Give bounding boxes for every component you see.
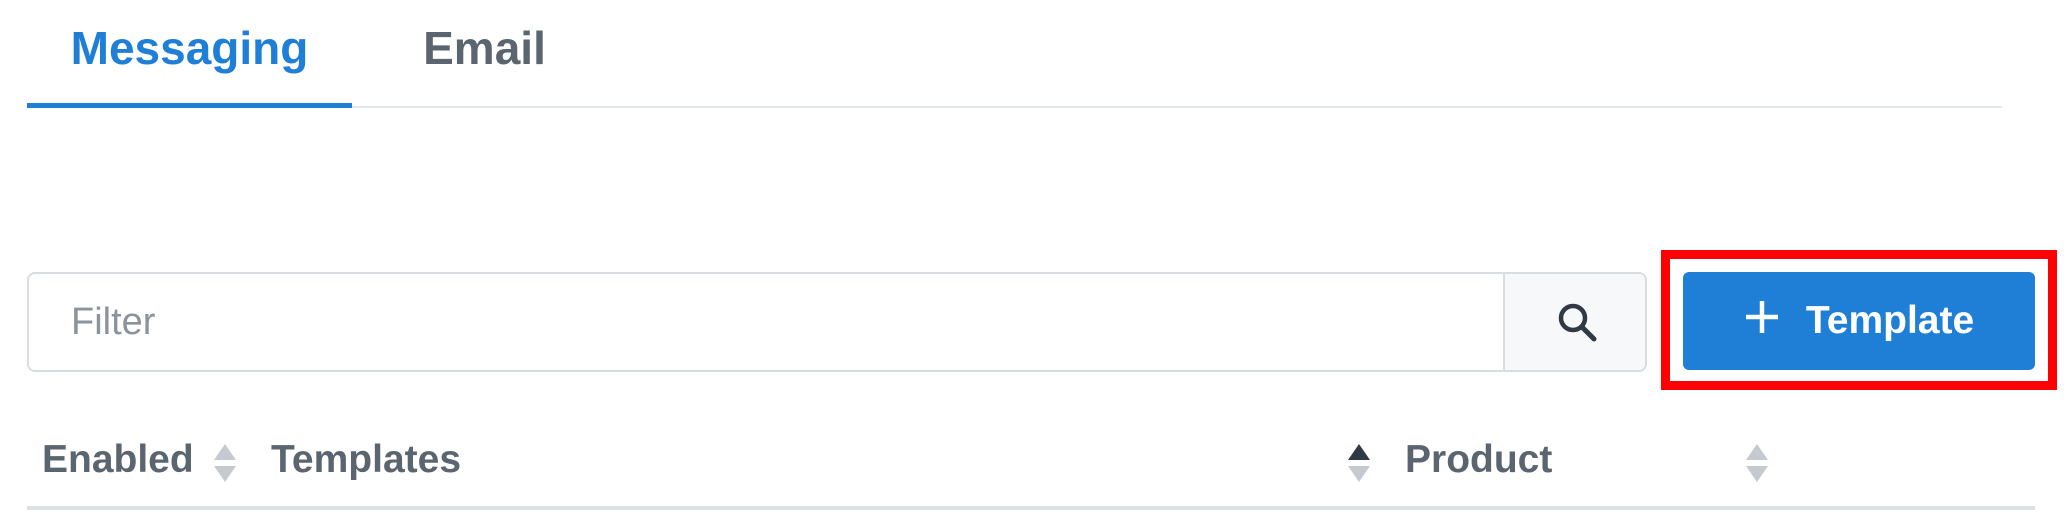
sort-icon-product[interactable] (1745, 442, 1769, 484)
column-header-enabled[interactable]: Enabled (42, 438, 194, 482)
add-template-label: Template (1805, 299, 1975, 342)
filter-group (27, 272, 1647, 372)
table-header: Enabled Templates Product (27, 420, 2035, 510)
search-button[interactable] (1503, 274, 1645, 370)
tab-email[interactable]: Email (372, 0, 597, 108)
filter-input[interactable] (29, 274, 1503, 370)
page: Messaging Email Template Enabled (0, 0, 2068, 520)
sort-icon-enabled[interactable] (213, 442, 237, 484)
tab-messaging[interactable]: Messaging (27, 0, 352, 108)
sort-icon-templates[interactable] (1347, 442, 1371, 484)
search-icon (1558, 303, 1597, 342)
add-template-button[interactable]: Template (1683, 272, 2035, 370)
column-header-templates[interactable]: Templates (271, 438, 461, 482)
plus-icon (1744, 292, 1780, 344)
tab-bar: Messaging Email (27, 0, 2002, 108)
column-header-product[interactable]: Product (1405, 438, 1552, 482)
